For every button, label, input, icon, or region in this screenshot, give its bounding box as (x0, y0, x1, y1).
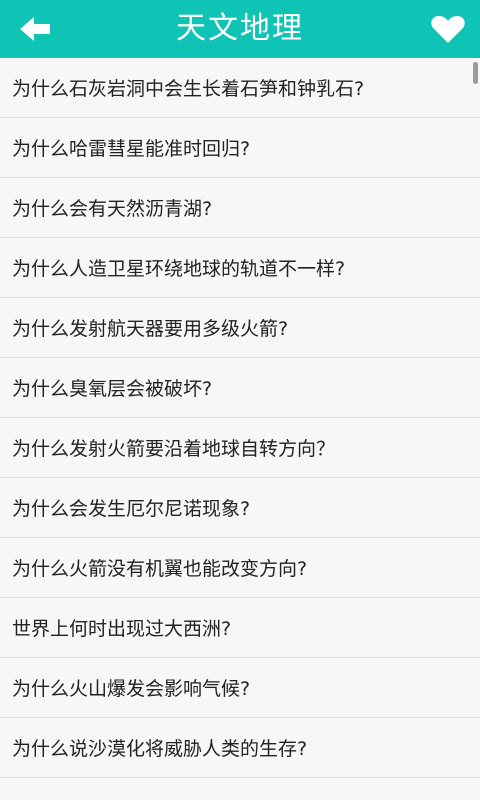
favorite-button[interactable] (426, 9, 470, 49)
list-item[interactable]: 为什么臭氧层会被破坏? (0, 358, 480, 418)
list-item[interactable]: 为什么石灰岩洞中会生长着石笋和钟乳石? (0, 58, 480, 118)
list-item-label: 为什么发射航天器要用多级火箭? (12, 318, 289, 340)
list-item[interactable]: 为什么发射航天器要用多级火箭? (0, 298, 480, 358)
list-item-label: 为什么哈雷彗星能准时回归? (12, 138, 251, 160)
list-item-label: 世界上何时出现过大西洲? (12, 618, 232, 640)
list-item-label: 为什么发射火箭要沿着地球自转方向？ (12, 438, 336, 460)
list-item[interactable]: 为什么发射火箭要沿着地球自转方向？ (0, 418, 480, 478)
list-item[interactable]: 为什么会有天然沥青湖? (0, 178, 480, 238)
heart-icon (431, 16, 465, 43)
list-item[interactable]: 为什么火山爆发会影响气候? (0, 658, 480, 718)
list-item-label: 为什么说沙漠化将威胁人类的生存? (12, 738, 308, 760)
list-item[interactable]: 为什么会发生厄尔尼诺现象? (0, 478, 480, 538)
list-item-label: 为什么火箭没有机翼也能改变方向? (12, 558, 308, 580)
list-item[interactable]: 为什么人造卫星环绕地球的轨道不一样? (0, 238, 480, 298)
page-title: 天文地理 (176, 11, 304, 46)
list-item-label: 为什么臭氧层会被破坏? (12, 378, 213, 400)
question-list[interactable]: 为什么石灰岩洞中会生长着石笋和钟乳石? 为什么哈雷彗星能准时回归? 为什么会有天… (0, 58, 480, 800)
list-item[interactable]: 为什么哈雷彗星能准时回归? (0, 118, 480, 178)
list-item-label: 为什么人造卫星环绕地球的轨道不一样? (12, 258, 346, 280)
list-item-label: 为什么火山爆发会影响气候? (12, 678, 251, 700)
scrollbar-thumb[interactable] (473, 62, 478, 84)
list-item-label: 为什么石灰岩洞中会生长着石笋和钟乳石? (12, 78, 365, 100)
list-item[interactable] (0, 778, 480, 800)
list-item[interactable]: 为什么火箭没有机翼也能改变方向? (0, 538, 480, 598)
app-header: 天文地理 (0, 0, 480, 58)
list-item[interactable]: 为什么说沙漠化将威胁人类的生存? (0, 718, 480, 778)
list-item[interactable]: 世界上何时出现过大西洲? (0, 598, 480, 658)
list-item-label: 为什么会发生厄尔尼诺现象? (12, 498, 251, 520)
list-item-label: 为什么会有天然沥青湖? (12, 198, 213, 220)
